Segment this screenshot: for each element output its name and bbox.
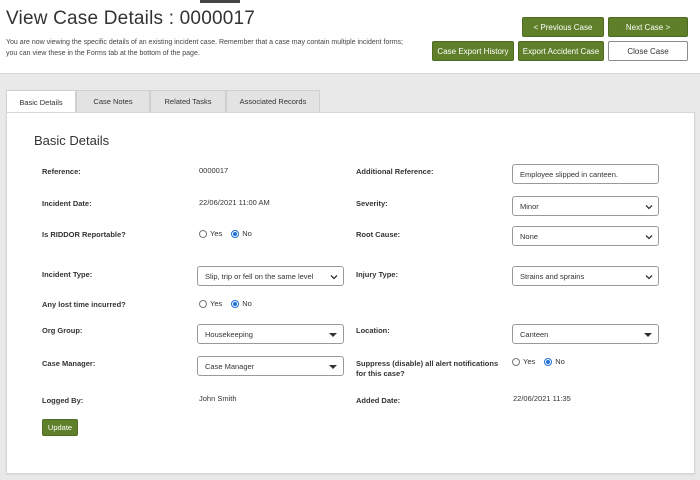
case-manager-label: Case Manager: <box>42 359 96 368</box>
case-export-history-button[interactable]: Case Export History <box>432 41 514 61</box>
incident-date-label: Incident Date: <box>42 199 92 208</box>
riddor-no-label: No <box>242 229 252 238</box>
injury-type-selected: Strains and sprains <box>520 271 585 281</box>
org-group-label: Org Group: <box>42 326 83 335</box>
chevron-down-icon <box>645 275 653 280</box>
previous-case-button[interactable]: < Previous Case <box>522 17 604 37</box>
incident-date-value: 22/06/2021 11:00 AM <box>199 198 270 207</box>
case-manager-select[interactable]: Case Manager <box>197 356 344 376</box>
section-title: Basic Details <box>34 133 110 148</box>
added-date-label: Added Date: <box>356 396 401 405</box>
org-group-select[interactable]: Housekeeping <box>197 324 344 344</box>
logged-by-label: Logged By: <box>42 396 84 405</box>
reference-value: 0000017 <box>199 166 229 175</box>
incident-type-select[interactable]: Slip, trip or fell on the same level <box>197 266 344 286</box>
severity-select[interactable]: Minor <box>512 196 659 216</box>
additional-reference-input[interactable]: Employee slipped in canteen. <box>512 164 659 184</box>
lost-time-no-label: No <box>242 299 252 308</box>
update-button[interactable]: Update <box>42 419 78 436</box>
injury-type-label: Injury Type: <box>356 270 398 279</box>
tab-basic-details[interactable]: Basic Details <box>6 90 76 113</box>
lost-time-no-radio[interactable] <box>231 299 240 308</box>
suppress-no-radio[interactable] <box>544 357 553 366</box>
root-cause-select[interactable]: None <box>512 226 659 246</box>
lost-time-radio-group: Yes No <box>199 299 261 308</box>
riddor-label: Is RIDDOR Reportable? <box>42 230 126 239</box>
severity-selected: Minor <box>520 201 539 211</box>
chevron-down-icon <box>330 275 338 280</box>
export-accident-case-button[interactable]: Export Accident Case <box>518 41 604 61</box>
root-cause-label: Root Cause: <box>356 230 401 239</box>
location-label: Location: <box>356 326 390 335</box>
root-cause-selected: None <box>520 231 538 241</box>
lost-time-yes-label: Yes <box>210 299 223 308</box>
location-select[interactable]: Canteen <box>512 324 659 344</box>
logged-by-value: John Smith <box>199 394 237 403</box>
lost-time-label: Any lost time incurred? <box>42 300 126 309</box>
incident-type-label: Incident Type: <box>42 270 93 279</box>
top-indicator <box>200 0 240 3</box>
riddor-yes-label: Yes <box>210 229 223 238</box>
suppress-yes-radio[interactable] <box>512 357 520 366</box>
riddor-yes-radio[interactable] <box>199 229 207 238</box>
added-date-value: 22/06/2021 11:35 <box>513 394 571 403</box>
injury-type-select[interactable]: Strains and sprains <box>512 266 659 286</box>
suppress-alerts-radio-group: Yes No <box>512 357 574 366</box>
caret-down-icon <box>644 333 652 337</box>
tab-case-notes[interactable]: Case Notes <box>76 90 150 112</box>
chevron-down-icon <box>645 235 653 240</box>
suppress-no-label: No <box>555 357 565 366</box>
severity-label: Severity: <box>356 199 388 208</box>
org-group-selected: Housekeeping <box>205 329 253 339</box>
close-case-button[interactable]: Close Case <box>608 41 688 61</box>
lost-time-yes-radio[interactable] <box>199 299 207 308</box>
page-title: View Case Details : 0000017 <box>6 8 256 29</box>
incident-type-selected: Slip, trip or fell on the same level <box>205 271 314 281</box>
tab-related-tasks[interactable]: Related Tasks <box>150 90 226 112</box>
suppress-yes-label: Yes <box>523 357 536 366</box>
tab-bar: Basic Details Case Notes Related Tasks A… <box>6 90 320 113</box>
riddor-no-radio[interactable] <box>231 229 240 238</box>
caret-down-icon <box>329 333 337 337</box>
case-manager-selected: Case Manager <box>205 361 255 371</box>
page-header: View Case Details : 0000017 You are now … <box>0 0 700 74</box>
location-selected: Canteen <box>520 329 549 339</box>
chevron-down-icon <box>645 205 653 210</box>
page-intro: You are now viewing the specific details… <box>6 39 404 57</box>
suppress-alerts-label: Suppress (disable) all alert notificatio… <box>356 359 499 378</box>
additional-reference-label: Additional Reference: <box>356 167 434 176</box>
caret-down-icon <box>329 365 337 369</box>
reference-label: Reference: <box>42 167 81 176</box>
next-case-button[interactable]: Next Case > <box>608 17 688 37</box>
riddor-radio-group: Yes No <box>199 229 261 238</box>
tab-associated-records[interactable]: Associated Records <box>226 90 320 112</box>
